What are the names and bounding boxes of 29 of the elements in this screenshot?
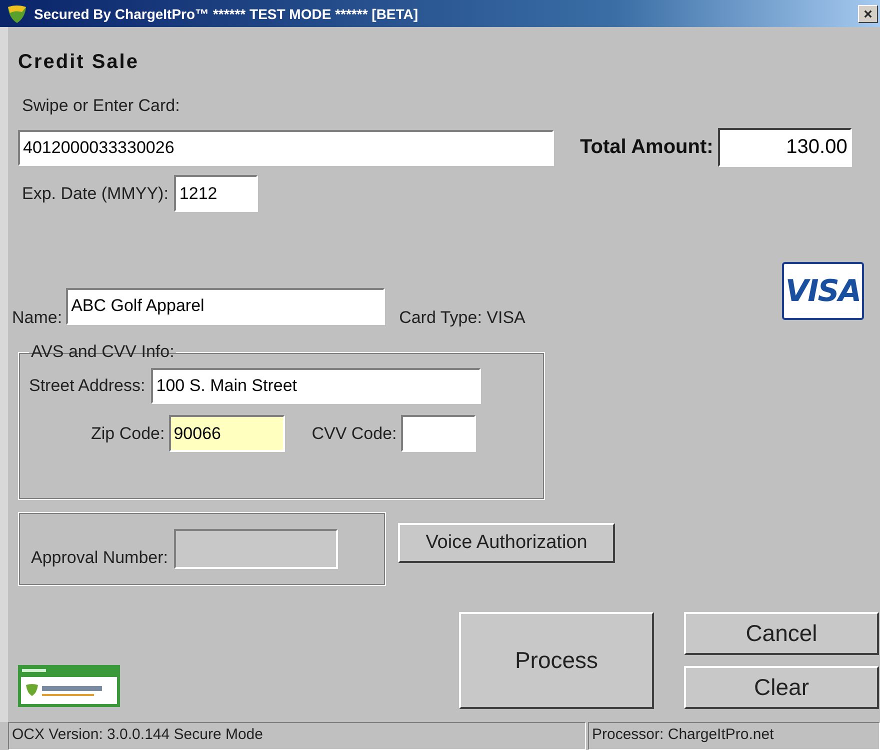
- input-field[interactable]: 130.00: [718, 128, 852, 167]
- field-label: Street Address:: [29, 376, 146, 396]
- clear-button[interactable]: Clear: [684, 666, 879, 709]
- chargeitpro-logo-icon: [18, 665, 120, 707]
- input-field[interactable]: ABC Golf Apparel: [66, 288, 386, 324]
- field-label: Total Amount:: [580, 136, 714, 159]
- input-field[interactable]: 90066: [168, 415, 285, 452]
- field-label: Swipe or Enter Card:: [22, 96, 181, 116]
- cancel-button[interactable]: Cancel: [684, 612, 879, 655]
- status-text: OCX Version: 3.0.0.144 Secure Mode: [8, 722, 586, 750]
- field-label: Card Type: VISA: [399, 308, 526, 328]
- status-text: Processor: ChargeItPro.net: [588, 722, 880, 750]
- window-title: Secured By ChargeItPro™ ****** TEST MODE ****** [BETA]: [34, 6, 418, 22]
- shield-icon: [6, 4, 28, 24]
- field-label: CVV Code:: [312, 424, 397, 444]
- field-label: Name:: [12, 308, 62, 328]
- voice-button[interactable]: Voice Authorization: [398, 523, 615, 563]
- input-field[interactable]: 100 S. Main Street: [151, 368, 482, 404]
- field-label: Exp. Date (MMYY):: [22, 184, 168, 204]
- input-field[interactable]: [400, 415, 476, 452]
- group-label: AVS and CVV Info:: [30, 342, 176, 362]
- close-button[interactable]: ×: [858, 4, 878, 22]
- form-heading: Credit Sale: [17, 50, 140, 74]
- input-field[interactable]: 1212: [174, 175, 258, 212]
- input-field[interactable]: 4012000033330026: [18, 130, 554, 166]
- visa-logo: VISA: [782, 262, 864, 320]
- field-label: Approval Number:: [31, 548, 168, 568]
- field-label: Zip Code:: [91, 424, 165, 444]
- process-button[interactable]: Process: [459, 612, 654, 709]
